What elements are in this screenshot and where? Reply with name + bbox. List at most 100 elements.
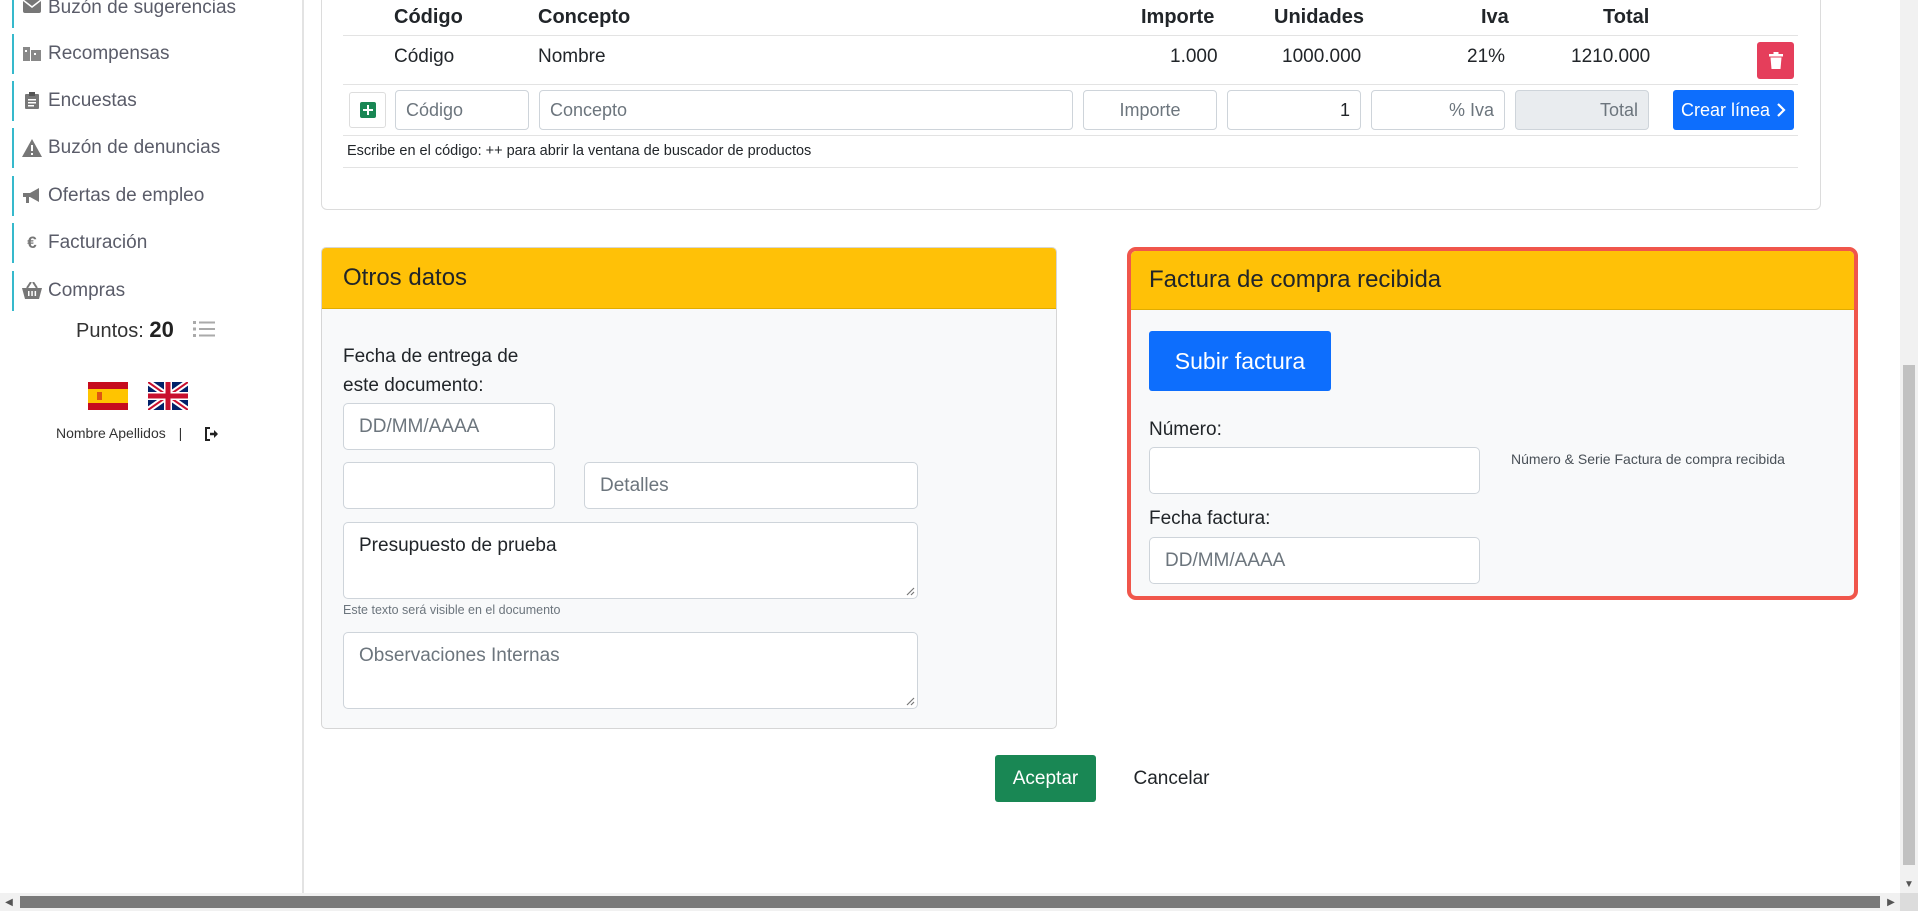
sidebar-item-label: Ofertas de empleo [48, 185, 205, 206]
add-line-button[interactable] [349, 92, 386, 128]
fecha-entrega-placeholder: DD/MM/AAAA [359, 415, 480, 437]
sidebar-item-recompensas[interactable]: Recompensas [12, 34, 169, 74]
header-importe: Importe [1141, 6, 1215, 28]
upload-invoice-button[interactable]: Subir factura [1149, 331, 1331, 391]
unidades-value: 1 [1339, 99, 1350, 120]
sidebar-item-label: Encuestas [48, 90, 137, 111]
detalles-placeholder: Detalles [600, 474, 669, 496]
fecha-entrega-label-line1: Fecha de entrega de [343, 346, 519, 367]
total-placeholder: Total [1599, 99, 1638, 120]
row-total: 1210.000 [1571, 46, 1651, 67]
sidebar-item-facturacion[interactable]: € Facturación [12, 223, 147, 263]
resize-handle-icon[interactable] [905, 586, 915, 596]
numero-label: Número: [1149, 419, 1222, 440]
header-iva: Iva [1481, 6, 1509, 28]
points-label: Puntos: [76, 320, 144, 342]
fecha-factura-placeholder: DD/MM/AAAA [1165, 549, 1286, 571]
sidebar-item-buzon-sugerencias[interactable]: Buzón de sugerencias [12, 0, 236, 28]
header-unidades: Unidades [1274, 6, 1365, 28]
numero-input[interactable] [1149, 447, 1480, 494]
row-unidades: 1000.000 [1282, 46, 1362, 67]
cancel-label: Cancelar [1133, 767, 1210, 789]
chevron-right-icon [1777, 103, 1786, 117]
upload-invoice-label: Subir factura [1174, 347, 1306, 374]
warning-icon [22, 139, 42, 157]
scroll-right-icon[interactable]: ▶ [1882, 893, 1900, 911]
sidebar-item-label: Buzón de denuncias [48, 137, 221, 158]
delete-line-button[interactable] [1757, 42, 1794, 79]
trash-icon [1768, 52, 1783, 69]
row-iva: 21% [1467, 46, 1506, 67]
row-concepto: Nombre [538, 46, 606, 67]
factura-header: Factura de compra recibida [1131, 251, 1854, 310]
numero-help-text: Número & Serie Factura de compra recibid… [1511, 451, 1785, 467]
observaciones-placeholder: Observaciones Internas [359, 645, 560, 666]
sidebar-item-encuestas[interactable]: Encuestas [12, 81, 137, 121]
accept-label: Aceptar [1012, 767, 1079, 789]
fecha-factura-input[interactable]: DD/MM/AAAA [1149, 537, 1480, 584]
row-importe: 1.000 [1170, 46, 1218, 67]
user-name[interactable]: Nombre Apellidos [56, 425, 166, 441]
detalles-input[interactable]: Detalles [584, 462, 918, 509]
product-search-hint: Escribe en el código: ++ para abrir la v… [347, 143, 812, 159]
points-value: 20 [149, 317, 174, 342]
header-divider [343, 35, 1798, 36]
new-line-unidades-input[interactable]: 1 [1227, 90, 1361, 130]
new-line-total-input: Total [1515, 90, 1649, 130]
codigo-placeholder: Código [406, 99, 464, 120]
envelope-icon [22, 0, 42, 17]
new-line-iva-input[interactable]: % Iva [1371, 90, 1505, 130]
uk-flag-icon[interactable] [146, 379, 190, 413]
clipboard-icon [22, 92, 42, 110]
header-total: Total [1603, 6, 1650, 28]
user-separator: | [178, 425, 183, 441]
iva-placeholder: % Iva [1448, 99, 1494, 120]
input-row-divider [343, 135, 1798, 136]
logout-icon[interactable] [204, 426, 220, 442]
sidebar-item-label: Compras [48, 280, 126, 301]
resize-handle-icon[interactable] [905, 696, 915, 706]
create-line-button[interactable]: Crear línea [1673, 90, 1794, 130]
cancel-button[interactable]: Cancelar [1113, 755, 1230, 802]
accept-button[interactable]: Aceptar [995, 755, 1096, 802]
new-line-concepto-input[interactable]: Concepto [539, 90, 1073, 130]
hint-divider [343, 167, 1798, 168]
header-concepto: Concepto [538, 6, 631, 28]
new-line-codigo-input[interactable]: Código [395, 90, 529, 130]
sidebar-item-buzon-denuncias[interactable]: Buzón de denuncias [12, 128, 220, 168]
points-display: Puntos: 20 [76, 317, 174, 343]
scroll-down-icon[interactable]: ▼ [1900, 875, 1918, 893]
otros-datos-header: Otros datos [322, 248, 1056, 309]
visible-note: Este texto será visible en el documento [343, 603, 561, 617]
horizontal-scroll-thumb[interactable] [20, 896, 1880, 908]
presupuesto-textarea[interactable]: Presupuesto de prueba [343, 522, 918, 599]
header-codigo: Código [394, 6, 463, 28]
vertical-scroll-thumb[interactable] [1903, 365, 1915, 865]
observaciones-textarea[interactable]: Observaciones Internas [343, 632, 918, 709]
euro-icon: € [27, 233, 37, 252]
basket-icon [22, 281, 42, 300]
scrollbar-corner [1900, 893, 1918, 911]
plus-square-icon [359, 102, 376, 118]
otros-datos-title: Otros datos [343, 264, 468, 291]
sidebar-item-compras[interactable]: Compras [12, 271, 125, 311]
row-divider [343, 84, 1798, 85]
sidebar-item-ofertas-empleo[interactable]: Ofertas de empleo [12, 176, 204, 216]
scroll-left-icon[interactable]: ◀ [0, 893, 18, 911]
fecha-entrega-input[interactable]: DD/MM/AAAA [343, 403, 555, 450]
fecha-factura-label: Fecha factura: [1149, 508, 1271, 529]
sidebar-item-label: Facturación [48, 232, 148, 253]
factura-title: Factura de compra recibida [1149, 266, 1442, 293]
list-icon[interactable] [193, 320, 215, 340]
megaphone-icon [22, 187, 42, 205]
create-line-label: Crear línea [1680, 99, 1771, 120]
time-input[interactable] [343, 462, 555, 509]
otros-datos-card: Otros datos Fecha de entrega de este doc… [321, 247, 1057, 729]
building-icon [22, 45, 42, 63]
new-line-importe-input[interactable]: Importe [1083, 90, 1217, 130]
spain-flag-icon[interactable] [88, 382, 128, 410]
presupuesto-text: Presupuesto de prueba [359, 535, 557, 556]
sidebar-item-label: Buzón de sugerencias [48, 0, 237, 18]
row-codigo: Código [394, 46, 455, 67]
factura-compra-card: Factura de compra recibida Subir factura… [1127, 247, 1858, 600]
